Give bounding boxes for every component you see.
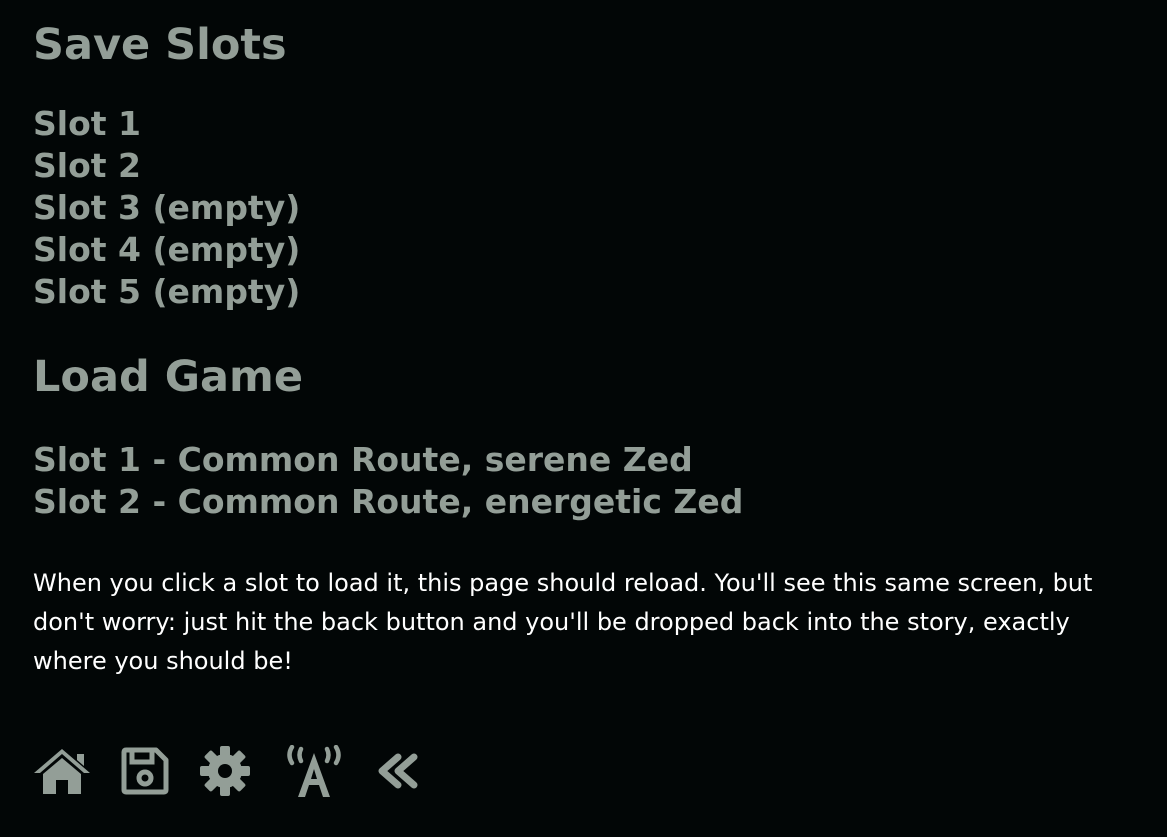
load-game-heading: Load Game xyxy=(33,352,303,402)
save-slot-list: Slot 1 Slot 2 Slot 3 (empty) Slot 4 (emp… xyxy=(33,103,300,313)
settings-gear-icon[interactable] xyxy=(199,745,251,797)
save-slot-1[interactable]: Slot 1 xyxy=(33,103,300,145)
accessibility-broadcast-icon[interactable] xyxy=(280,745,348,797)
bottom-toolbar xyxy=(33,744,420,798)
save-slot-3[interactable]: Slot 3 (empty) xyxy=(33,187,300,229)
home-icon[interactable] xyxy=(33,748,91,794)
save-slot-5[interactable]: Slot 5 (empty) xyxy=(33,271,300,313)
load-slot-2[interactable]: Slot 2 - Common Route, energetic Zed xyxy=(33,481,743,523)
save-slots-heading: Save Slots xyxy=(33,20,287,70)
back-chevrons-icon[interactable] xyxy=(376,753,420,789)
load-instructions: When you click a slot to load it, this p… xyxy=(33,569,1093,675)
load-slot-list: Slot 1 - Common Route, serene Zed Slot 2… xyxy=(33,439,743,523)
save-load-screen: Save Slots Slot 1 Slot 2 Slot 3 (empty) … xyxy=(0,0,1167,837)
save-slot-2[interactable]: Slot 2 xyxy=(33,145,300,187)
save-icon[interactable] xyxy=(121,747,169,795)
save-slot-4[interactable]: Slot 4 (empty) xyxy=(33,229,300,271)
load-slot-1[interactable]: Slot 1 - Common Route, serene Zed xyxy=(33,439,743,481)
